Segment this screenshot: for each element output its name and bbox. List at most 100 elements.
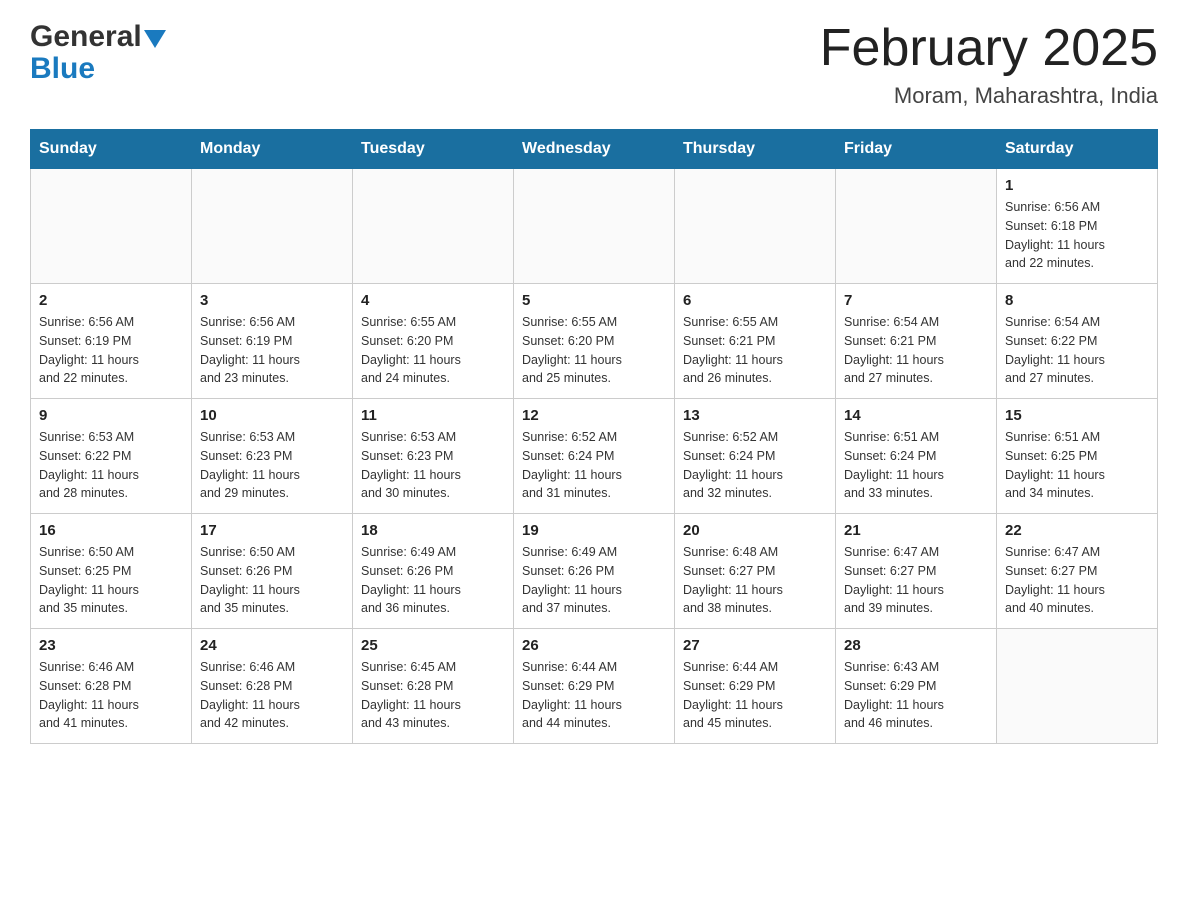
week-row-3: 9 Sunrise: 6:53 AMSunset: 6:22 PMDaylight…	[31, 399, 1158, 514]
day-info: Sunrise: 6:53 AMSunset: 6:23 PMDaylight:…	[361, 428, 505, 503]
day-cell: 28 Sunrise: 6:43 AMSunset: 6:29 PMDayligh…	[836, 629, 997, 744]
day-cell	[31, 169, 192, 284]
week-row-4: 16Sunrise: 6:50 AMSunset: 6:25 PMDayligh…	[31, 514, 1158, 629]
day-info: Sunrise: 6:43 AMSunset: 6:29 PMDaylight:…	[844, 658, 988, 733]
day-cell	[997, 629, 1158, 744]
day-header-thursday: Thursday	[675, 130, 836, 169]
day-cell	[192, 169, 353, 284]
day-info: Sunrise: 6:55 AMSunset: 6:21 PMDaylight:…	[683, 313, 827, 388]
day-cell: 10 Sunrise: 6:53 AMSunset: 6:23 PMDayligh…	[192, 399, 353, 514]
day-info: Sunrise: 6:49 AMSunset: 6:26 PMDaylight:…	[361, 543, 505, 618]
day-cell: 19 Sunrise: 6:49 AMSunset: 6:26 PMDayligh…	[514, 514, 675, 629]
day-number: 1	[1005, 177, 1149, 194]
day-number: 24	[200, 637, 344, 654]
day-cell: 15 Sunrise: 6:51 AMSunset: 6:25 PMDayligh…	[997, 399, 1158, 514]
day-info: Sunrise: 6:51 AMSunset: 6:24 PMDaylight:…	[844, 428, 988, 503]
calendar-title: February 2025	[820, 20, 1158, 77]
day-info: Sunrise: 6:56 AMSunset: 6:19 PMDaylight:…	[200, 313, 344, 388]
day-number: 18	[361, 522, 505, 539]
title-block: February 2025 Moram, Maharashtra, India	[820, 20, 1158, 109]
day-cell: 17 Sunrise: 6:50 AMSunset: 6:26 PMDayligh…	[192, 514, 353, 629]
day-number: 13	[683, 407, 827, 424]
day-info: Sunrise: 6:46 AMSunset: 6:28 PMDaylight:…	[200, 658, 344, 733]
calendar-subtitle: Moram, Maharashtra, India	[820, 83, 1158, 109]
day-cell: 21Sunrise: 6:47 AMSunset: 6:27 PMDayligh…	[836, 514, 997, 629]
day-number: 11	[361, 407, 505, 424]
day-number: 17	[200, 522, 344, 539]
day-cell	[514, 169, 675, 284]
day-cell: 16Sunrise: 6:50 AMSunset: 6:25 PMDayligh…	[31, 514, 192, 629]
day-number: 10	[200, 407, 344, 424]
day-cell: 2Sunrise: 6:56 AMSunset: 6:19 PMDaylight…	[31, 284, 192, 399]
day-info: Sunrise: 6:50 AMSunset: 6:26 PMDaylight:…	[200, 543, 344, 618]
week-row-5: 23 Sunrise: 6:46 AMSunset: 6:28 PMDayligh…	[31, 629, 1158, 744]
day-info: Sunrise: 6:52 AMSunset: 6:24 PMDaylight:…	[522, 428, 666, 503]
day-cell: 26Sunrise: 6:44 AMSunset: 6:29 PMDayligh…	[514, 629, 675, 744]
day-info: Sunrise: 6:44 AMSunset: 6:29 PMDaylight:…	[522, 658, 666, 733]
day-header-wednesday: Wednesday	[514, 130, 675, 169]
day-cell: 8 Sunrise: 6:54 AMSunset: 6:22 PMDaylight…	[997, 284, 1158, 399]
day-info: Sunrise: 6:49 AMSunset: 6:26 PMDaylight:…	[522, 543, 666, 618]
day-cell: 14Sunrise: 6:51 AMSunset: 6:24 PMDayligh…	[836, 399, 997, 514]
day-cell: 5 Sunrise: 6:55 AMSunset: 6:20 PMDaylight…	[514, 284, 675, 399]
day-number: 27	[683, 637, 827, 654]
day-header-saturday: Saturday	[997, 130, 1158, 169]
day-cell: 27 Sunrise: 6:44 AMSunset: 6:29 PMDayligh…	[675, 629, 836, 744]
day-header-sunday: Sunday	[31, 130, 192, 169]
day-cell	[836, 169, 997, 284]
day-number: 2	[39, 292, 183, 309]
day-number: 7	[844, 292, 988, 309]
day-cell: 12Sunrise: 6:52 AMSunset: 6:24 PMDayligh…	[514, 399, 675, 514]
day-info: Sunrise: 6:54 AMSunset: 6:21 PMDaylight:…	[844, 313, 988, 388]
day-number: 28	[844, 637, 988, 654]
day-info: Sunrise: 6:48 AMSunset: 6:27 PMDaylight:…	[683, 543, 827, 618]
day-info: Sunrise: 6:52 AMSunset: 6:24 PMDaylight:…	[683, 428, 827, 503]
day-info: Sunrise: 6:47 AMSunset: 6:27 PMDaylight:…	[1005, 543, 1149, 618]
day-info: Sunrise: 6:45 AMSunset: 6:28 PMDaylight:…	[361, 658, 505, 733]
logo: General Blue	[30, 20, 166, 84]
day-cell: 4Sunrise: 6:55 AMSunset: 6:20 PMDaylight…	[353, 284, 514, 399]
day-cell: 20Sunrise: 6:48 AMSunset: 6:27 PMDayligh…	[675, 514, 836, 629]
day-number: 6	[683, 292, 827, 309]
day-number: 8	[1005, 292, 1149, 309]
day-info: Sunrise: 6:44 AMSunset: 6:29 PMDaylight:…	[683, 658, 827, 733]
day-cell	[675, 169, 836, 284]
day-info: Sunrise: 6:53 AMSunset: 6:22 PMDaylight:…	[39, 428, 183, 503]
header-row: SundayMondayTuesdayWednesdayThursdayFrid…	[31, 130, 1158, 169]
day-number: 4	[361, 292, 505, 309]
day-cell: 23 Sunrise: 6:46 AMSunset: 6:28 PMDayligh…	[31, 629, 192, 744]
day-cell: 13 Sunrise: 6:52 AMSunset: 6:24 PMDayligh…	[675, 399, 836, 514]
day-cell: 22 Sunrise: 6:47 AMSunset: 6:27 PMDayligh…	[997, 514, 1158, 629]
day-number: 15	[1005, 407, 1149, 424]
day-number: 21	[844, 522, 988, 539]
day-info: Sunrise: 6:53 AMSunset: 6:23 PMDaylight:…	[200, 428, 344, 503]
day-header-friday: Friday	[836, 130, 997, 169]
day-cell: 25 Sunrise: 6:45 AMSunset: 6:28 PMDayligh…	[353, 629, 514, 744]
day-cell	[353, 169, 514, 284]
day-number: 22	[1005, 522, 1149, 539]
calendar-table: SundayMondayTuesdayWednesdayThursdayFrid…	[30, 129, 1158, 744]
day-header-tuesday: Tuesday	[353, 130, 514, 169]
day-cell: 3 Sunrise: 6:56 AMSunset: 6:19 PMDaylight…	[192, 284, 353, 399]
day-number: 19	[522, 522, 666, 539]
day-info: Sunrise: 6:46 AMSunset: 6:28 PMDaylight:…	[39, 658, 183, 733]
day-info: Sunrise: 6:55 AMSunset: 6:20 PMDaylight:…	[522, 313, 666, 388]
day-number: 23	[39, 637, 183, 654]
logo-general-text: General	[30, 20, 142, 54]
day-number: 3	[200, 292, 344, 309]
day-cell: 1 Sunrise: 6:56 AMSunset: 6:18 PMDaylight…	[997, 169, 1158, 284]
day-info: Sunrise: 6:56 AMSunset: 6:18 PMDaylight:…	[1005, 198, 1149, 273]
day-number: 25	[361, 637, 505, 654]
day-info: Sunrise: 6:50 AMSunset: 6:25 PMDaylight:…	[39, 543, 183, 618]
day-cell: 7 Sunrise: 6:54 AMSunset: 6:21 PMDaylight…	[836, 284, 997, 399]
logo-blue-text: Blue	[30, 54, 95, 84]
day-cell: 6 Sunrise: 6:55 AMSunset: 6:21 PMDaylight…	[675, 284, 836, 399]
day-cell: 11 Sunrise: 6:53 AMSunset: 6:23 PMDayligh…	[353, 399, 514, 514]
day-info: Sunrise: 6:54 AMSunset: 6:22 PMDaylight:…	[1005, 313, 1149, 388]
logo-triangle-icon	[144, 30, 166, 48]
day-cell: 9 Sunrise: 6:53 AMSunset: 6:22 PMDaylight…	[31, 399, 192, 514]
day-cell: 24 Sunrise: 6:46 AMSunset: 6:28 PMDayligh…	[192, 629, 353, 744]
day-info: Sunrise: 6:51 AMSunset: 6:25 PMDaylight:…	[1005, 428, 1149, 503]
day-number: 5	[522, 292, 666, 309]
day-number: 9	[39, 407, 183, 424]
